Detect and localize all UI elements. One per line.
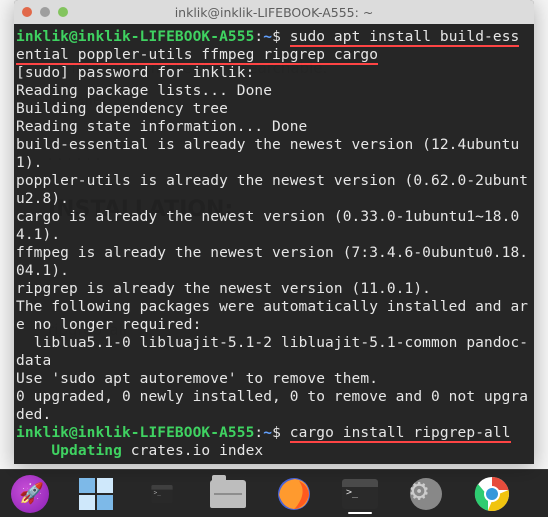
window-title: inklik@inklik-LIFEBOOK-A555: ~ bbox=[14, 5, 534, 20]
firefox-icon bbox=[275, 475, 313, 513]
out-line: [sudo] password for inklik: bbox=[16, 65, 254, 81]
updating-rest: crates.io index bbox=[122, 443, 263, 459]
dock-terminal-small[interactable] bbox=[142, 474, 182, 514]
dock-terminal[interactable] bbox=[340, 474, 380, 514]
close-icon[interactable] bbox=[22, 7, 32, 17]
updating-label: Updating bbox=[51, 443, 122, 459]
dock-chrome[interactable] bbox=[472, 474, 512, 514]
out-line: Reading state information... Done bbox=[16, 119, 307, 135]
active-indicator bbox=[348, 512, 372, 514]
prompt-sep: : bbox=[254, 29, 263, 45]
dock-firefox[interactable] bbox=[274, 474, 314, 514]
minimize-icon[interactable] bbox=[40, 7, 50, 17]
terminal-window[interactable]: inklik@inklik-LIFEBOOK-A555: ~ inklik@in… bbox=[14, 0, 534, 464]
dock-settings[interactable] bbox=[406, 474, 446, 514]
dock-show-apps[interactable] bbox=[76, 474, 116, 514]
dock[interactable] bbox=[0, 469, 548, 517]
prompt-path: ~ bbox=[263, 29, 272, 45]
dock-launcher[interactable] bbox=[10, 474, 50, 514]
out-line: poppler-utils is already the newest vers… bbox=[16, 173, 528, 207]
terminal-icon bbox=[151, 485, 173, 503]
prompt-user: inklik@inklik-LIFEBOOK-A555 bbox=[16, 425, 254, 441]
out-line: Building dependency tree bbox=[16, 101, 228, 117]
out-line: cargo is already the newest version (0.3… bbox=[16, 209, 519, 243]
out-line: ripgrep is already the newest version (1… bbox=[16, 281, 431, 297]
out-line: build-essential is already the newest ve… bbox=[16, 137, 519, 171]
out-line: 0 upgraded, 0 newly installed, 0 to remo… bbox=[16, 389, 528, 423]
chrome-icon bbox=[474, 476, 510, 512]
folder-icon bbox=[210, 480, 246, 508]
terminal-body[interactable]: inklik@inklik-LIFEBOOK-A555:~$ sudo apt … bbox=[14, 24, 534, 462]
prompt-user: inklik@inklik-LIFEBOOK-A555 bbox=[16, 29, 254, 45]
command-2: cargo install ripgrep-all bbox=[290, 425, 511, 443]
command-1-line1: sudo apt install build-ess bbox=[290, 29, 520, 47]
prompt-dollar: $ bbox=[272, 29, 281, 45]
out-line: Use 'sudo apt autoremove' to remove them… bbox=[16, 371, 378, 387]
titlebar[interactable]: inklik@inklik-LIFEBOOK-A555: ~ bbox=[14, 0, 534, 24]
out-line: ffmpeg is already the newest version (7:… bbox=[16, 245, 528, 279]
out-line: liblua5.1-0 libluajit-5.1-2 libluajit-5.… bbox=[16, 335, 528, 369]
out-line: Reading package lists... Done bbox=[16, 83, 272, 99]
gear-icon bbox=[410, 478, 442, 510]
rocket-icon bbox=[11, 475, 49, 513]
dock-files[interactable] bbox=[208, 474, 248, 514]
terminal-icon bbox=[342, 479, 378, 509]
tiles-icon bbox=[79, 478, 113, 510]
command-1-line2: ential poppler-utils ffmpeg ripgrep carg… bbox=[16, 47, 378, 65]
maximize-icon[interactable] bbox=[58, 7, 68, 17]
out-line: The following packages were automaticall… bbox=[16, 299, 528, 333]
window-controls bbox=[22, 7, 68, 17]
